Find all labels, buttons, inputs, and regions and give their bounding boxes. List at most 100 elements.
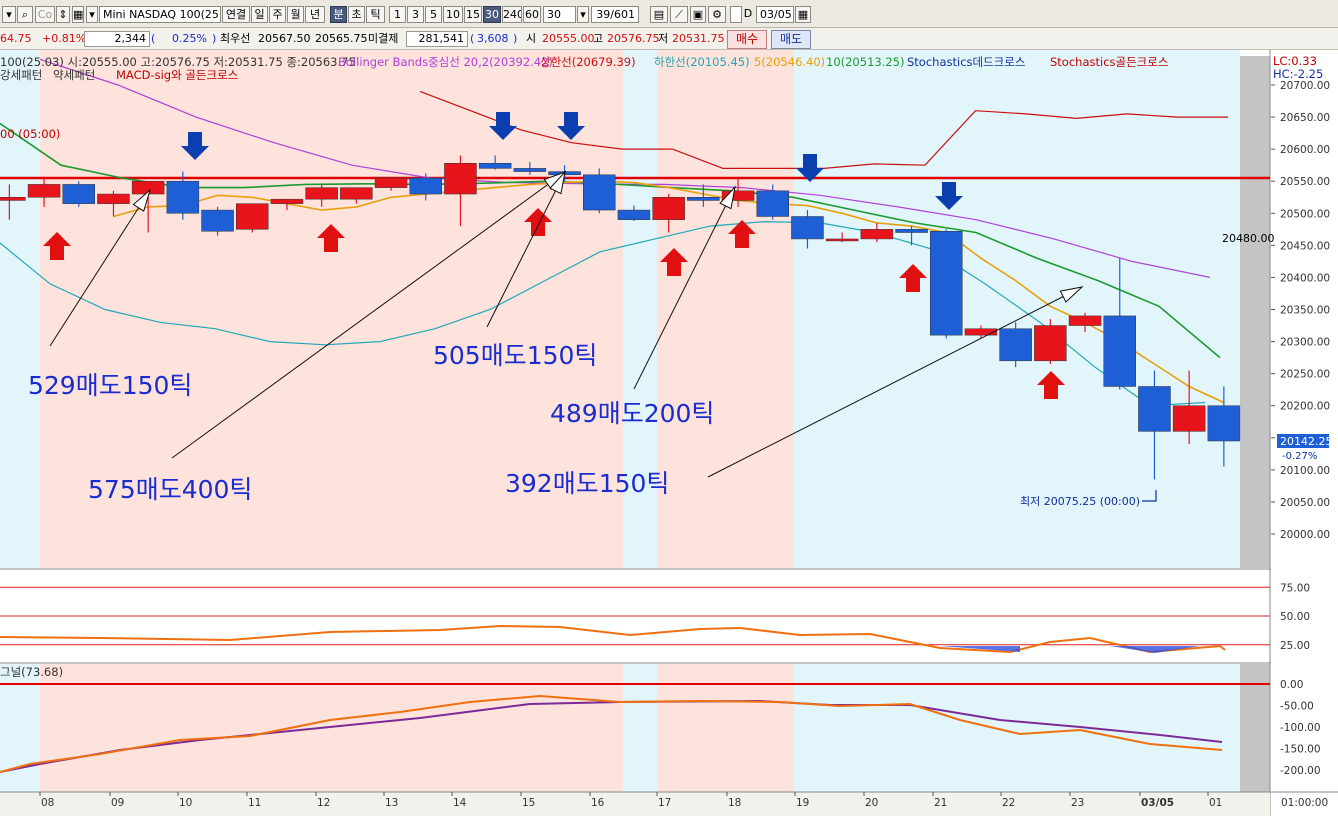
search-icon[interactable]: ⌕ [17, 6, 33, 23]
candle-body-17 [583, 174, 616, 211]
count-field[interactable]: 39/601 [591, 6, 639, 23]
candle-body-12 [409, 177, 442, 195]
candle-body-22 [756, 190, 789, 217]
volume-paren-open: ( [151, 32, 156, 45]
x-tick-label-17: 01 [1209, 797, 1222, 809]
macd-tick-label-3: -150.00 [1280, 744, 1321, 756]
volume-paren-close: ) [212, 32, 217, 45]
candle-body-33 [1138, 386, 1171, 432]
buy-button[interactable]: 매수 [727, 30, 767, 49]
legend-macd-golden: MACD-sig와 골든크로스 [116, 68, 238, 82]
candle-body-25 [860, 229, 894, 240]
button-10[interactable]: 10 [443, 6, 463, 23]
button-month[interactable]: 월 [287, 6, 304, 23]
annotation-505: 505매도150틱 [433, 341, 597, 370]
x-tick-label-14: 22 [1002, 797, 1015, 809]
x-tick-label-0: 08 [41, 797, 54, 809]
y-tick-label-2: 20600.00 [1280, 144, 1330, 156]
d-checkbox[interactable] [730, 6, 742, 23]
legend-bollinger-lower: 하한선(20105.45) [654, 55, 750, 69]
open-label: 시 [526, 32, 537, 45]
symbol-field[interactable]: Mini NASDAQ 100(25.0 [99, 6, 221, 23]
button-1[interactable]: 1 [389, 6, 406, 23]
button-240[interactable]: 240 [502, 6, 522, 23]
change-percent: +0.81% [42, 32, 87, 45]
candle-body-6 [201, 209, 234, 232]
interval-dropdown-icon[interactable]: ▾ [577, 6, 589, 23]
calendar-icon[interactable]: ▦ [795, 6, 811, 23]
chart-toolbar: ▾ ⌕ Co ⇕ ▦ ▾ Mini NASDAQ 100(25.0 연결 일 주… [0, 0, 1338, 28]
oi-paren-close: ) [513, 32, 518, 45]
price-chart[interactable]: 20700.00 20650.00 20600.00 20550.00 20500.00… [0, 50, 1338, 816]
legend-level-time: 00 (05:00) [0, 127, 60, 141]
candle-body-34 [1172, 405, 1206, 432]
best-bid-value: 20567.50 [258, 32, 311, 45]
candle-body-18 [617, 209, 651, 220]
macd-tick-label-2: -100.00 [1280, 722, 1321, 734]
x-tick-label-11: 19 [796, 797, 809, 809]
candle-body-15 [513, 168, 547, 172]
best-ask-value: 20565.75 [315, 32, 368, 45]
date-field[interactable]: 03/05 [756, 6, 794, 23]
code-icon[interactable]: Co [35, 6, 55, 23]
legend-bollinger-upper: 상한선(20679.39) [540, 55, 636, 69]
annotation-575: 575매도400틱 [88, 475, 252, 504]
interval-select[interactable]: 30 [543, 6, 576, 23]
x-tick-label-13: 21 [934, 797, 947, 809]
x-tick-label-6: 14 [453, 797, 467, 809]
candle-body-10 [340, 187, 373, 200]
button-60[interactable]: 60 [523, 6, 541, 23]
legend-weak-pattern: 약세패턴 [53, 68, 95, 82]
button-15[interactable]: 15 [464, 6, 482, 23]
button-minute[interactable]: 분 [330, 6, 347, 23]
macd-tick-label-4: -200.00 [1280, 765, 1321, 777]
x-tick-label-16: 03/05 [1141, 797, 1174, 809]
candle-body-23 [791, 216, 824, 240]
macd-tick-label-1: -50.00 [1280, 701, 1314, 713]
y-tick-label-4: 20500.00 [1280, 208, 1330, 220]
legend-hc: HC:-2.25 [1273, 67, 1323, 81]
sell-button[interactable]: 매도 [771, 30, 811, 49]
candle-body-1 [27, 184, 61, 198]
candle-body-28 [964, 328, 998, 336]
x-tick-label-7: 15 [522, 797, 535, 809]
oi-paren-open: ( [470, 32, 475, 45]
macd-tick-label-0: 0.00 [1280, 679, 1303, 691]
x-tick-label-15: 23 [1071, 797, 1084, 809]
symbol-dropdown-icon[interactable]: ▾ [86, 6, 98, 23]
candle-body-32 [1103, 315, 1136, 387]
open-interest-label: 미결제 [368, 32, 399, 45]
spin-icon[interactable]: ⇕ [56, 6, 70, 23]
legend-bollinger-mid: Bollinger Bands중심선 20,2(20392.42) [338, 55, 553, 69]
button-continuous[interactable]: 연결 [222, 6, 250, 23]
time-axis: 08 09 10 11 12 13 14 15 16 17 18 19 20 21 22 23 03/05 01 [0, 791, 1338, 816]
open-value: 20555.00 [542, 32, 595, 45]
candle-body-13 [444, 163, 477, 195]
candle-body-7 [236, 203, 269, 230]
y-tick-label-9: 20250.00 [1280, 369, 1330, 381]
indicator-icon[interactable]: ▤ [650, 6, 668, 23]
volume-percent: 0.25% [172, 32, 207, 45]
current-price: 20142.25 [1280, 435, 1333, 448]
dropdown-arrow-icon[interactable]: ▾ [2, 6, 16, 23]
button-3[interactable]: 3 [407, 6, 424, 23]
button-second[interactable]: 초 [348, 6, 365, 23]
button-year[interactable]: 년 [305, 6, 325, 23]
best-bid-label: 최우선 [220, 32, 251, 45]
candle-body-8 [270, 198, 304, 204]
volume-value: 2,344 [84, 31, 150, 47]
button-day[interactable]: 일 [251, 6, 268, 23]
x-tick-label-12: 20 [865, 797, 878, 809]
settings-icon[interactable]: ⚙ [708, 6, 726, 23]
button-week[interactable]: 주 [269, 6, 286, 23]
x-tick-label-1: 09 [111, 797, 124, 809]
y-tick-label-12: 20100.00 [1280, 465, 1330, 477]
grid-icon[interactable]: ▦ [72, 6, 84, 23]
save-icon[interactable]: ▣ [690, 6, 706, 23]
button-5[interactable]: 5 [425, 6, 442, 23]
draw-tool-icon[interactable]: ⟋ [670, 6, 688, 23]
x-tick-label-9: 17 [658, 797, 671, 809]
high-label: 고 [593, 32, 604, 45]
button-tick[interactable]: 틱 [366, 6, 385, 23]
button-30[interactable]: 30 [483, 6, 501, 23]
